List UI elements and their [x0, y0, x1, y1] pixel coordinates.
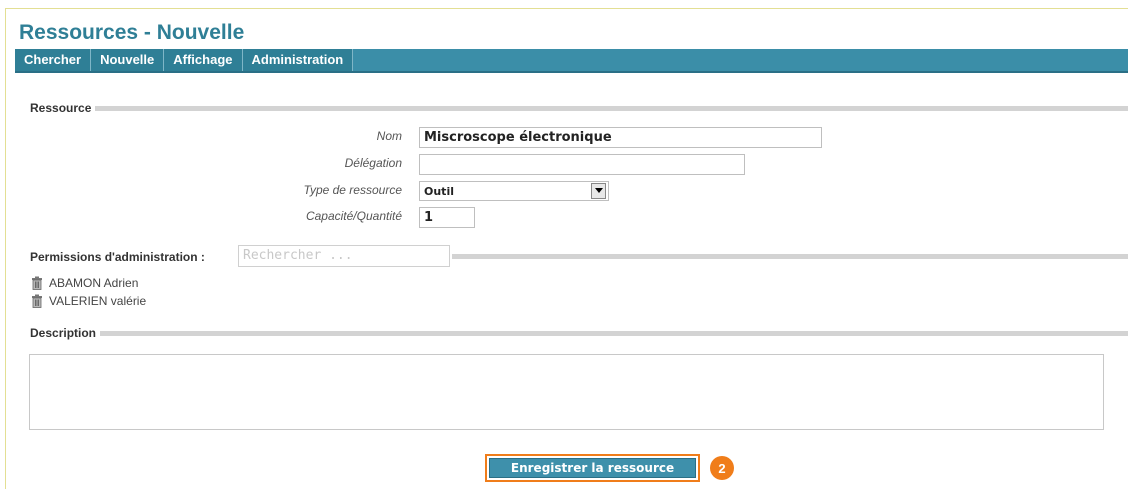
nom-input[interactable]: [419, 127, 822, 148]
main-nav: Chercher Nouvelle Affichage Administrati…: [15, 49, 1128, 73]
capacite-label: Capacité/Quantité: [305, 209, 402, 223]
permission-user-name: ABAMON Adrien: [49, 276, 139, 290]
nav-affichage[interactable]: Affichage: [164, 49, 243, 71]
section-divider: [100, 330, 1128, 336]
nav-chercher[interactable]: Chercher: [15, 49, 92, 71]
save-button-highlight[interactable]: Enregistrer la ressource: [485, 454, 700, 482]
type-select-value: Outil: [424, 184, 454, 198]
type-label: Type de ressource: [303, 183, 403, 197]
permissions-search-input[interactable]: Rechercher ...: [238, 245, 450, 267]
nav-administration[interactable]: Administration: [242, 49, 354, 71]
section-description: Description: [30, 326, 1128, 340]
trash-icon[interactable]: [30, 276, 44, 290]
section-divider: [95, 105, 1128, 111]
permission-user-item: VALERIEN valérie: [30, 294, 146, 308]
section-ressource-label: Ressource: [30, 101, 92, 115]
page-title: Ressources - Nouvelle: [19, 21, 245, 44]
type-select[interactable]: Outil: [419, 181, 609, 201]
nav-nouvelle[interactable]: Nouvelle: [91, 49, 165, 71]
chevron-down-icon[interactable]: [591, 183, 606, 199]
nav-filler: [353, 49, 1128, 71]
trash-icon[interactable]: [30, 294, 44, 308]
section-divider: [452, 254, 1128, 259]
step-badge: 2: [710, 456, 734, 480]
section-description-label: Description: [30, 326, 97, 340]
section-permissions: Permissions d'administration :: [30, 250, 235, 264]
save-button[interactable]: Enregistrer la ressource: [489, 458, 696, 478]
delegation-input[interactable]: [419, 154, 745, 175]
permission-user-name: VALERIEN valérie: [49, 294, 147, 308]
capacite-input[interactable]: [419, 207, 475, 228]
section-permissions-label: Permissions d'administration :: [30, 250, 205, 264]
permission-user-item: ABAMON Adrien: [30, 276, 138, 290]
section-ressource: Ressource: [30, 101, 1128, 115]
description-textarea[interactable]: [29, 354, 1104, 430]
nom-label: Nom: [376, 129, 402, 143]
delegation-label: Délégation: [344, 156, 402, 170]
